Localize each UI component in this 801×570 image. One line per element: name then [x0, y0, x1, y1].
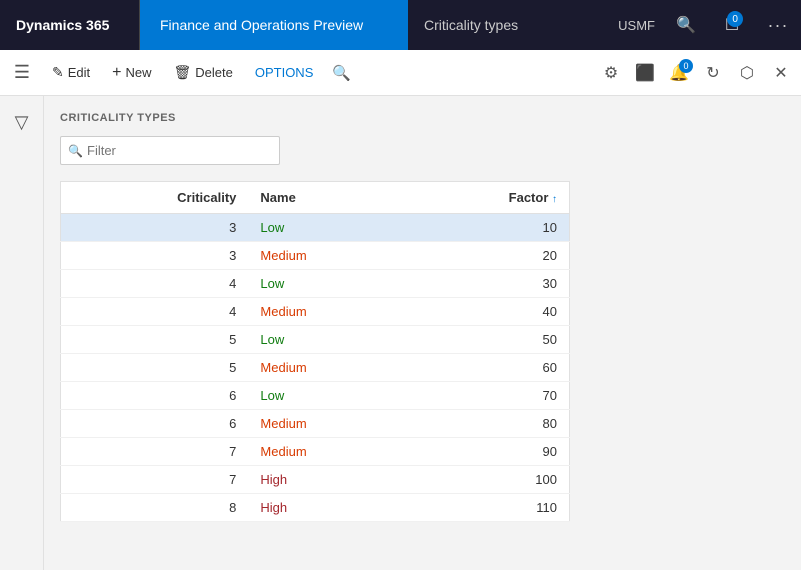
table-row[interactable]: 3Medium20	[61, 242, 570, 270]
settings-button[interactable]: ⚙	[595, 57, 627, 89]
cell-name: Low	[248, 382, 406, 410]
cell-criticality: 3	[61, 242, 249, 270]
notif-toolbar-button[interactable]: 🔔 0	[663, 57, 695, 89]
col-name[interactable]: Name	[248, 182, 406, 214]
new-button[interactable]: + New	[102, 58, 161, 88]
filter-input-wrapper: 🔍	[60, 136, 280, 165]
table-header-row: Criticality Name Factor ↑	[61, 182, 570, 214]
top-nav: Dynamics 365 Finance and Operations Prev…	[0, 0, 801, 50]
cell-name: Medium	[248, 410, 406, 438]
table-row[interactable]: 6Medium80	[61, 410, 570, 438]
new-icon: +	[112, 64, 121, 82]
table-row[interactable]: 4Low30	[61, 270, 570, 298]
cell-factor: 50	[406, 326, 569, 354]
hamburger-button[interactable]: ☰	[4, 55, 40, 91]
cell-factor: 20	[406, 242, 569, 270]
refresh-button[interactable]: ↻	[697, 57, 729, 89]
table-row[interactable]: 6Low70	[61, 382, 570, 410]
sidebar: ▽	[0, 96, 44, 570]
notification-nav-button[interactable]: ☐ 0	[709, 0, 755, 50]
cell-name: Medium	[248, 298, 406, 326]
cell-criticality: 3	[61, 214, 249, 242]
cell-criticality: 6	[61, 382, 249, 410]
page-title-nav: Criticality types	[408, 0, 610, 50]
cell-factor: 40	[406, 298, 569, 326]
notif-toolbar-badge: 0	[679, 59, 693, 73]
table-row[interactable]: 3Low10	[61, 214, 570, 242]
nav-right-section: USMF 🔍 ☐ 0 ···	[610, 0, 801, 50]
table-row[interactable]: 7Medium90	[61, 438, 570, 466]
toolbar-search-button[interactable]: 🔍	[325, 57, 357, 89]
edit-icon: ✎	[52, 64, 64, 81]
table-row[interactable]: 5Low50	[61, 326, 570, 354]
table-row[interactable]: 8High110	[61, 494, 570, 522]
col-criticality[interactable]: Criticality	[61, 182, 249, 214]
sort-asc-icon: ↑	[552, 194, 557, 205]
brand-logo[interactable]: Dynamics 365	[0, 0, 140, 50]
more-nav-button[interactable]: ···	[755, 0, 801, 50]
delete-label: Delete	[195, 65, 233, 80]
cell-criticality: 5	[61, 326, 249, 354]
close-button[interactable]: ✕	[765, 57, 797, 89]
search-nav-button[interactable]: 🔍	[663, 0, 709, 50]
toolbar: ☰ ✎ Edit + New 🗑 Delete OPTIONS 🔍 ⚙ ⬛ 🔔 …	[0, 50, 801, 96]
office-button[interactable]: ⬛	[629, 57, 661, 89]
cell-criticality: 4	[61, 270, 249, 298]
cell-factor: 90	[406, 438, 569, 466]
toolbar-right: ⚙ ⬛ 🔔 0 ↻ ⬡ ✕	[595, 57, 797, 89]
cell-criticality: 5	[61, 354, 249, 382]
cell-factor: 10	[406, 214, 569, 242]
main-content: ▽ CRITICALITY TYPES 🔍 Criticality Name F…	[0, 96, 801, 570]
cell-criticality: 8	[61, 494, 249, 522]
edit-button[interactable]: ✎ Edit	[42, 58, 100, 87]
cell-name: Medium	[248, 354, 406, 382]
cell-name: High	[248, 466, 406, 494]
cell-criticality: 7	[61, 466, 249, 494]
cell-name: Low	[248, 326, 406, 354]
cell-factor: 60	[406, 354, 569, 382]
cell-name: Medium	[248, 242, 406, 270]
cell-criticality: 4	[61, 298, 249, 326]
edit-label: Edit	[68, 65, 90, 80]
options-button[interactable]: OPTIONS	[245, 59, 324, 86]
open-external-button[interactable]: ⬡	[731, 57, 763, 89]
cell-name: Low	[248, 214, 406, 242]
data-table: Criticality Name Factor ↑ 3Low103Medium2…	[60, 181, 570, 522]
cell-name: Medium	[248, 438, 406, 466]
col-factor[interactable]: Factor ↑	[406, 182, 569, 214]
brand-label: Dynamics 365	[16, 17, 109, 33]
cell-factor: 100	[406, 466, 569, 494]
options-label: OPTIONS	[255, 65, 314, 80]
table-row[interactable]: 7High100	[61, 466, 570, 494]
table-row[interactable]: 4Medium40	[61, 298, 570, 326]
cell-name: Low	[248, 270, 406, 298]
table-row[interactable]: 5Medium60	[61, 354, 570, 382]
delete-button[interactable]: 🗑 Delete	[164, 58, 243, 87]
section-title: CRITICALITY TYPES	[60, 112, 785, 124]
cell-criticality: 7	[61, 438, 249, 466]
filter-input[interactable]	[60, 136, 280, 165]
filter-input-icon: 🔍	[68, 144, 83, 158]
usmf-label: USMF	[610, 18, 663, 33]
cell-factor: 30	[406, 270, 569, 298]
cell-factor: 80	[406, 410, 569, 438]
new-label: New	[125, 65, 151, 80]
content-area: CRITICALITY TYPES 🔍 Criticality Name Fac…	[44, 96, 801, 570]
app-title: Finance and Operations Preview	[140, 0, 408, 50]
filter-sidebar-button[interactable]: ▽	[4, 104, 40, 140]
cell-name: High	[248, 494, 406, 522]
cell-criticality: 6	[61, 410, 249, 438]
cell-factor: 70	[406, 382, 569, 410]
notification-badge: 0	[727, 11, 743, 27]
cell-factor: 110	[406, 494, 569, 522]
delete-icon: 🗑	[174, 64, 192, 81]
